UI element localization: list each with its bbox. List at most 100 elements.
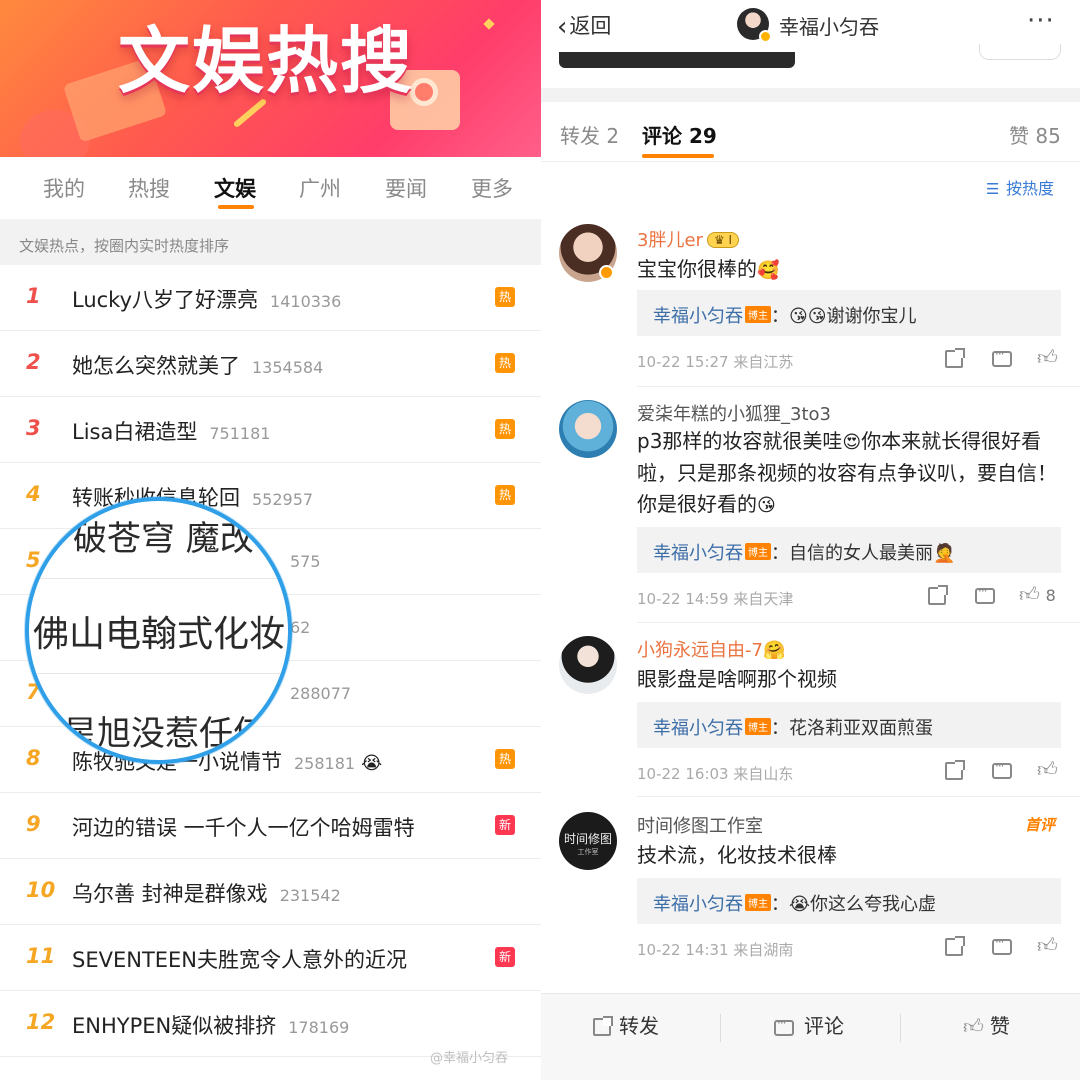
comment-divider	[637, 386, 1080, 387]
tab-comments[interactable]: 评论 29	[642, 120, 717, 149]
share-comment-button[interactable]	[945, 348, 965, 373]
reply-text: 花洛莉亚双面煎蛋	[789, 718, 933, 739]
reply-author-name[interactable]: 幸福小匀吞	[653, 894, 743, 915]
comment-icon	[992, 347, 1012, 367]
repost-button[interactable]: 转发	[593, 1010, 659, 1039]
banner-camera-lens-decoration	[410, 78, 438, 106]
thumbs-up-icon: 👍︎	[1037, 757, 1058, 781]
tab-entertainment[interactable]: 文娱	[214, 173, 256, 203]
hot-rank-number: 10	[26, 878, 56, 902]
hot-topic-title: 她怎么突然就美了 1354584	[72, 350, 323, 380]
avatar[interactable]	[559, 636, 617, 694]
hot-search-row[interactable]: 2 她怎么突然就美了 1354584 热	[0, 331, 541, 397]
avatar[interactable]	[737, 8, 772, 43]
like-comment-button[interactable]: 👍︎	[1037, 757, 1058, 782]
magnified-text: 佛山电翰式化妆	[33, 614, 286, 655]
avatar-subtext: 工作室	[577, 848, 599, 856]
hot-search-banner: 文娱热搜	[0, 0, 541, 157]
verified-badge-icon	[759, 30, 772, 43]
commenter-name[interactable]: 小狗永远自由-7🤗	[637, 636, 785, 662]
hot-topic-text: 她怎么突然就美了	[72, 354, 240, 378]
comment-body: 宝宝你很棒的	[637, 257, 757, 281]
share-comment-button[interactable]	[928, 585, 948, 610]
emoji-icon: 😘	[757, 495, 776, 516]
hot-search-panel: 文娱热搜 我的 热搜 文娱 广州 要闻 更多 文娱热点，按圈内实时热度排序 1L…	[0, 0, 541, 1080]
comment-button[interactable]: 评论	[774, 1010, 844, 1039]
reply-comment-button[interactable]	[992, 935, 1012, 960]
hot-badge: 热	[495, 749, 515, 769]
tab-mine[interactable]: 我的	[43, 173, 85, 203]
sort-label: 按热度	[1006, 179, 1055, 198]
commenter-name[interactable]: 3胖儿er ♛ I	[637, 226, 740, 252]
like-comment-button[interactable]: 👍︎ 8	[1019, 582, 1056, 607]
hot-badge: 热	[495, 419, 515, 439]
active-tab-indicator	[642, 154, 714, 158]
blogger-reply[interactable]: 幸福小匀吞 博主 ：😭你这么夸我心虚	[637, 878, 1061, 924]
tab-news[interactable]: 要闻	[385, 173, 427, 203]
share-icon	[593, 1016, 613, 1036]
share-comment-button[interactable]	[945, 760, 965, 785]
back-button[interactable]: ‹返回	[557, 10, 611, 42]
comment-icon	[975, 584, 995, 604]
share-comment-button[interactable]	[945, 936, 965, 961]
list-description: 文娱热点，按圈内实时热度排序	[0, 219, 541, 265]
like-comment-button[interactable]: 👍︎	[1037, 345, 1058, 370]
follow-button-edge[interactable]	[979, 44, 1061, 60]
tab-hot[interactable]: 热搜	[128, 173, 170, 203]
comment-meta: 10-22 16:03 来自山东	[637, 765, 794, 783]
blogger-reply[interactable]: 幸福小匀吞 博主 ：自信的女人最美丽🤦	[637, 527, 1061, 573]
more-menu-icon[interactable]: ···	[1027, 6, 1055, 36]
hot-count: 231542	[279, 886, 341, 905]
author-name[interactable]: 幸福小匀吞	[779, 11, 879, 40]
hot-search-row[interactable]: 11 SEVENTEEN夫胜宽令人意外的近况 新	[0, 925, 541, 991]
hot-search-row[interactable]: 10 乌尔善 封神是群像戏 231542	[0, 859, 541, 925]
reply-comment-button[interactable]	[975, 584, 995, 609]
post-media-thumbnail[interactable]	[559, 52, 795, 68]
section-divider	[541, 88, 1080, 102]
hot-topic-text: ENHYPEN疑似被排挤	[72, 1014, 277, 1038]
hot-topic-title: SEVENTEEN夫胜宽令人意外的近况	[72, 944, 407, 974]
hot-search-row[interactable]: 9 河边的错误 一千个人一亿个哈姆雷特 新	[0, 793, 541, 859]
reply-author-name[interactable]: 幸福小匀吞	[653, 306, 743, 327]
avatar[interactable]	[559, 400, 617, 458]
thumbs-up-icon: 👍︎	[1037, 345, 1058, 369]
comment-divider	[637, 796, 1080, 797]
back-label: 返回	[569, 14, 612, 38]
tab-reposts[interactable]: 转发 2	[560, 120, 619, 149]
divider	[720, 1014, 721, 1042]
hot-search-row[interactable]: 3 Lisa白裙造型 751181 热	[0, 397, 541, 463]
comment-divider	[637, 622, 1080, 623]
tab-guangzhou[interactable]: 广州	[299, 173, 341, 203]
hot-badge: 热	[495, 287, 515, 307]
hot-count: 751181	[209, 424, 271, 443]
tab-likes[interactable]: 赞 85	[1009, 120, 1061, 149]
hot-rank-number: 1	[26, 284, 41, 308]
magnified-divider	[29, 673, 288, 674]
blogger-reply[interactable]: 幸福小匀吞 博主 ：😘😘谢谢你宝儿	[637, 290, 1061, 336]
like-comment-button[interactable]: 👍︎	[1037, 933, 1058, 958]
reply-comment-button[interactable]	[992, 347, 1012, 372]
hot-rank-number: 5	[26, 548, 41, 572]
blogger-reply[interactable]: 幸福小匀吞 博主 ：花洛莉亚双面煎蛋	[637, 702, 1061, 748]
post-detail-panel: ‹返回 幸福小匀吞 ··· 转发 2 评论 29 赞 85 ☰ 按热度 3胖儿er…	[541, 0, 1080, 1080]
blogger-tag: 博主	[745, 894, 771, 911]
tab-more[interactable]: 更多	[471, 173, 513, 203]
comment-meta: 10-22 15:27 来自江苏	[637, 353, 794, 371]
hot-search-row[interactable]: 1 Lucky八岁了好漂亮 1410336 热	[0, 265, 541, 331]
reply-author-name[interactable]: 幸福小匀吞	[653, 718, 743, 739]
hot-rank-number: 11	[26, 944, 56, 968]
commenter-name[interactable]: 时间修图工作室	[637, 812, 763, 838]
bottom-action-bar: 转发 评论 👍︎赞	[541, 993, 1080, 1080]
reply-author-name[interactable]: 幸福小匀吞	[653, 543, 743, 564]
like-button[interactable]: 👍︎ 赞	[963, 1010, 1010, 1039]
emoji-icon: 🥰	[757, 260, 780, 281]
avatar[interactable]: 时间修图 工作室	[559, 812, 617, 870]
emoji-icon: 😭	[361, 753, 383, 774]
reply-comment-button[interactable]	[992, 759, 1012, 784]
hot-topic-title: ENHYPEN疑似被排挤 178169	[72, 1010, 349, 1040]
commenter-name[interactable]: 爱柒年糕的小狐狸_3to3	[637, 400, 831, 426]
emoji-icon: 😍	[842, 432, 862, 453]
sort-by-hot-button[interactable]: ☰ 按热度	[986, 175, 1054, 199]
fan-level-text: I	[728, 233, 733, 247]
new-badge: 新	[495, 947, 515, 967]
